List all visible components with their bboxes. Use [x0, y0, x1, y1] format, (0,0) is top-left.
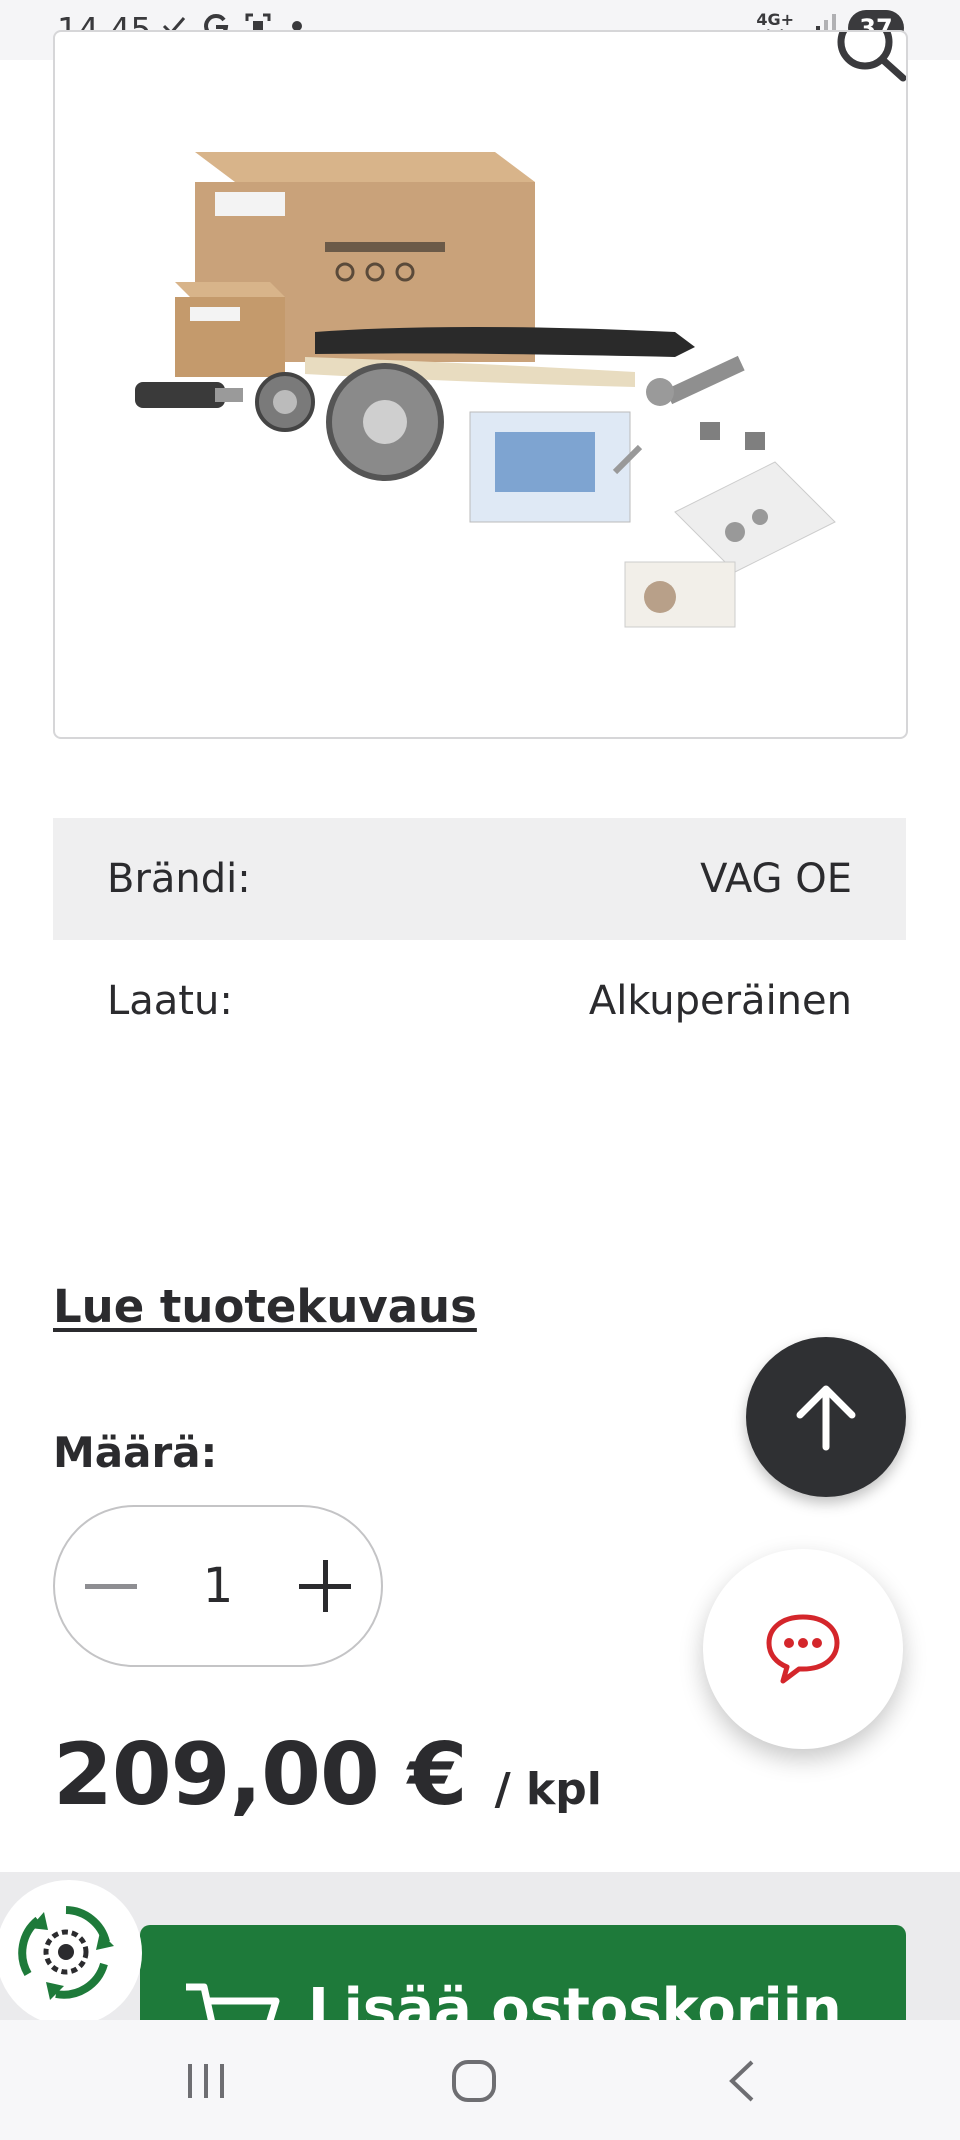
home-icon[interactable]: [444, 2056, 504, 2106]
spec-table: Brändi: VAG OE Laatu: Alkuperäinen: [53, 818, 906, 1062]
price-row: 209,00 € / kpl: [53, 1725, 602, 1825]
price-unit: / kpl: [494, 1764, 602, 1815]
quantity-value[interactable]: 1: [203, 1558, 234, 1614]
quantity-label: Määrä:: [53, 1428, 218, 1477]
increase-button[interactable]: [298, 1560, 351, 1612]
eco-badge[interactable]: [0, 1880, 142, 2026]
product-image-card[interactable]: [53, 30, 908, 739]
recycle-gear-icon: [18, 1906, 114, 2000]
spec-value: Alkuperäinen: [588, 978, 852, 1024]
minus-icon: [85, 1584, 137, 1589]
back-icon[interactable]: [714, 2056, 774, 2106]
spec-label: Laatu:: [107, 978, 233, 1024]
search-icon[interactable]: [831, 30, 908, 92]
system-nav-bar: [0, 2020, 960, 2140]
spec-label: Brändi:: [107, 856, 251, 902]
spec-row-brand: Brändi: VAG OE: [53, 818, 906, 940]
arrow-up-icon: [796, 1385, 856, 1451]
chat-button[interactable]: [703, 1549, 903, 1749]
spec-value: VAG OE: [700, 856, 852, 902]
cart-icon: [186, 1983, 280, 2020]
recent-apps-icon[interactable]: [176, 2056, 236, 2106]
quantity-stepper: 1: [53, 1505, 383, 1667]
scroll-to-top-button[interactable]: [746, 1337, 906, 1497]
price-amount: 209,00 €: [53, 1725, 468, 1825]
add-to-cart-button[interactable]: Lisää ostoskoriin: [140, 1925, 906, 2020]
read-description-link[interactable]: Lue tuotekuvaus: [53, 1280, 477, 1333]
spec-row-quality: Laatu: Alkuperäinen: [53, 940, 906, 1062]
product-image: [135, 152, 836, 628]
decrease-button[interactable]: [85, 1560, 137, 1612]
chat-bubble-icon: [766, 1614, 840, 1684]
add-to-cart-label: Lisää ostoskoriin: [308, 1977, 842, 2020]
